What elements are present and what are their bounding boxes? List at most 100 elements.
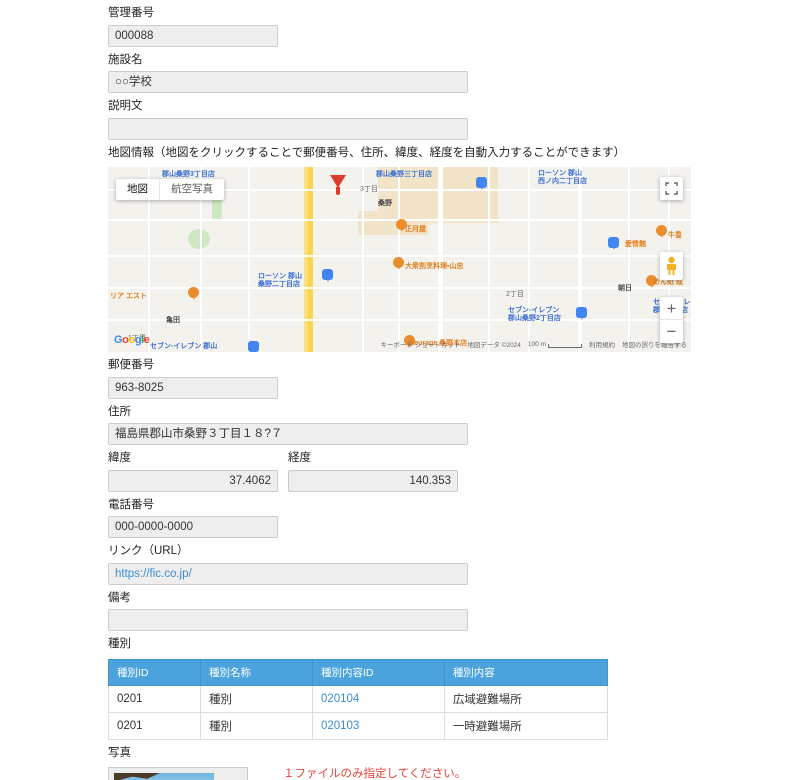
map-road-major [308,167,313,352]
map-pegman-button[interactable] [660,252,683,280]
input-phone[interactable]: 000-0000-0000 [108,516,278,538]
cell-content-id-link[interactable]: 020104 [311,684,445,713]
map-poi-label[interactable]: 郡山桑野3丁目店 [162,171,215,179]
table-row: 0201 種別 020104 広域避難場所 [107,684,609,713]
photo-upload-notice: １ファイルのみ指定してください。 ※注意 JPG、JPEG、またはPNG 縦横比… [278,767,466,780]
map-poi-pin[interactable] [656,225,667,239]
col-type-id: 種別ID [107,658,202,686]
field-phone: 電話番号 000-0000-0000 [108,492,708,538]
scale-bar-line [548,343,582,348]
map-poi-label[interactable]: 2丁目 [506,291,524,299]
field-description: 説明文 [108,93,708,140]
map-poi-pin[interactable] [322,269,333,283]
map-road [438,167,443,352]
field-longitude: 経度 140.353 [288,445,458,492]
field-photo: 写真 １ファイルのみ指定してください。 [108,740,708,780]
coordinates-row: 緯度 37.4062 経度 140.353 [108,445,708,492]
map-scale-bar: 100 m [528,341,582,348]
map-fullscreen-button[interactable] [660,177,683,200]
map-poi-label[interactable]: セブン-イレブン 郡山 [150,343,217,351]
notice-line: １ファイルのみ指定してください。 [283,768,467,780]
facility-form-page: 管理番号 000088 施設名 ○○学校 説明文 地図情報（地図をクリックするこ… [0,0,800,780]
label-map-info: 地図情報（地図をクリックすることで郵便番号、住所、緯度、経度を自動入力することが… [108,146,626,159]
map-poi-label[interactable]: 桑野 [378,200,392,208]
map-poi-label[interactable]: 牛豊 [668,232,682,240]
field-facility-name: 施設名 ○○学校 [108,47,708,93]
input-remarks[interactable] [108,609,468,631]
cell-type-name: 種別 [200,684,313,713]
field-latitude: 緯度 37.4062 [108,445,278,492]
map-type-switcher[interactable]: 地図 航空写真 [116,179,224,200]
label-phone: 電話番号 [108,498,154,511]
map-poi-label[interactable]: 郡山桑野三丁目店 [376,171,432,179]
photo-row: １ファイルのみ指定してください。 ※注意 JPG、JPEG、またはPNG 縦横比… [108,767,708,780]
map-poi-label[interactable]: めん処 成 [653,279,683,287]
google-map[interactable]: 地図 航空写真 + − 郡山桑野3丁目店 郡山桑野三丁目店 ローソン 郡山 西ノ… [108,167,691,352]
field-link-url: リンク（URL） https://fic.co.jp/ [108,538,708,585]
map-poi-pin[interactable] [576,307,587,321]
map-poi-label[interactable]: 正月屋 [405,226,426,234]
map-poi-pin[interactable] [248,341,259,352]
photo-thumbnail[interactable] [114,773,214,780]
label-longitude: 経度 [288,452,311,464]
col-content: 種別内容 [443,658,609,686]
input-postal-code[interactable]: 963-8025 [108,376,278,399]
map-poi-pin[interactable] [393,257,404,271]
map-poi-label[interactable]: ローソン 郡山 西ノ内二丁目店 [538,170,587,186]
map-zoom-out-button[interactable]: − [660,320,683,343]
map-poi-label[interactable]: 愛情館 [625,241,646,249]
col-content-id: 種別内容ID [311,658,445,686]
label-management-number: 管理番号 [108,7,154,19]
input-latitude[interactable]: 37.4062 [108,469,278,492]
street-view-pegman-icon [667,256,676,275]
map-road [488,167,490,352]
photo-upload-area[interactable] [108,767,248,780]
field-postal-code: 郵便番号 963-8025 [108,352,708,399]
input-address[interactable]: 福島県郡山市桑野３丁目１８?７ [108,423,468,445]
map-keyboard-shortcuts[interactable]: キーボード ショートカット [381,339,461,349]
cell-type-id: 0201 [107,711,202,740]
map-type-map-button[interactable]: 地図 [116,179,159,200]
input-management-number[interactable]: 000088 [108,24,278,47]
map-poi-label[interactable]: リア エスト [110,293,147,301]
map-zoom-in-button[interactable]: + [660,297,683,320]
map-poi-label[interactable]: 朝日 [618,285,632,293]
map-poi-pin[interactable] [476,177,487,191]
map-attribution: キーボード ショートカット 地図データ ©2024 100 m 利用規約 地図の… [381,339,687,350]
cell-type-name: 種別 [200,711,313,740]
map-poi-label[interactable]: ローソン 郡山 桑野二丁目店 [258,273,302,289]
cell-content-id-link[interactable]: 020103 [311,711,445,740]
map-type-satellite-button[interactable]: 航空写真 [159,179,224,200]
map-data-credit: 地図データ ©2024 [467,342,521,349]
marker-head [330,175,346,188]
input-link-url[interactable]: https://fic.co.jp/ [108,562,468,585]
map-poi-label[interactable]: 大衆割烹料理・山忠 [405,263,463,271]
label-postal-code: 郵便番号 [108,359,154,371]
marker-stem [336,187,340,195]
input-description[interactable] [108,117,468,140]
map-road [578,167,582,352]
map-road [528,167,530,352]
map-poi-pin[interactable] [188,287,199,301]
map-poi-pin[interactable] [608,237,619,251]
table-row: 0201 種別 020103 一時避難場所 [107,711,609,740]
form-container: 管理番号 000088 施設名 ○○学校 説明文 地図情報（地図をクリックするこ… [107,0,708,780]
map-location-marker[interactable] [330,175,346,195]
input-facility-name[interactable]: ○○学校 [108,71,468,93]
map-scale-label: 100 m [527,340,546,348]
category-table: 種別ID 種別名称 種別内容ID 種別内容 0201 種別 020104 広域避… [107,658,609,740]
field-category: 種別 種別ID 種別名称 種別内容ID 種別内容 0201 種別 020104 [107,631,708,740]
label-facility-name: 施設名 [108,53,143,66]
map-poi-label[interactable]: セブン-イレブン 郡山桑野2丁目店 [508,307,561,323]
label-photo: 写真 [108,746,131,759]
label-latitude: 緯度 [108,452,131,464]
map-park [188,229,210,249]
field-address: 住所 福島県郡山市桑野３丁目１８?７ [108,399,708,445]
label-address: 住所 [108,405,131,418]
map-terms-link[interactable]: 利用規約 [589,339,615,349]
input-longitude[interactable]: 140.353 [288,469,458,492]
map-zoom-controls[interactable]: + − [660,297,683,343]
label-remarks: 備考 [108,591,131,604]
map-poi-label[interactable]: 亀田 [166,317,180,325]
map-poi-label[interactable]: 3丁目 [360,186,378,194]
